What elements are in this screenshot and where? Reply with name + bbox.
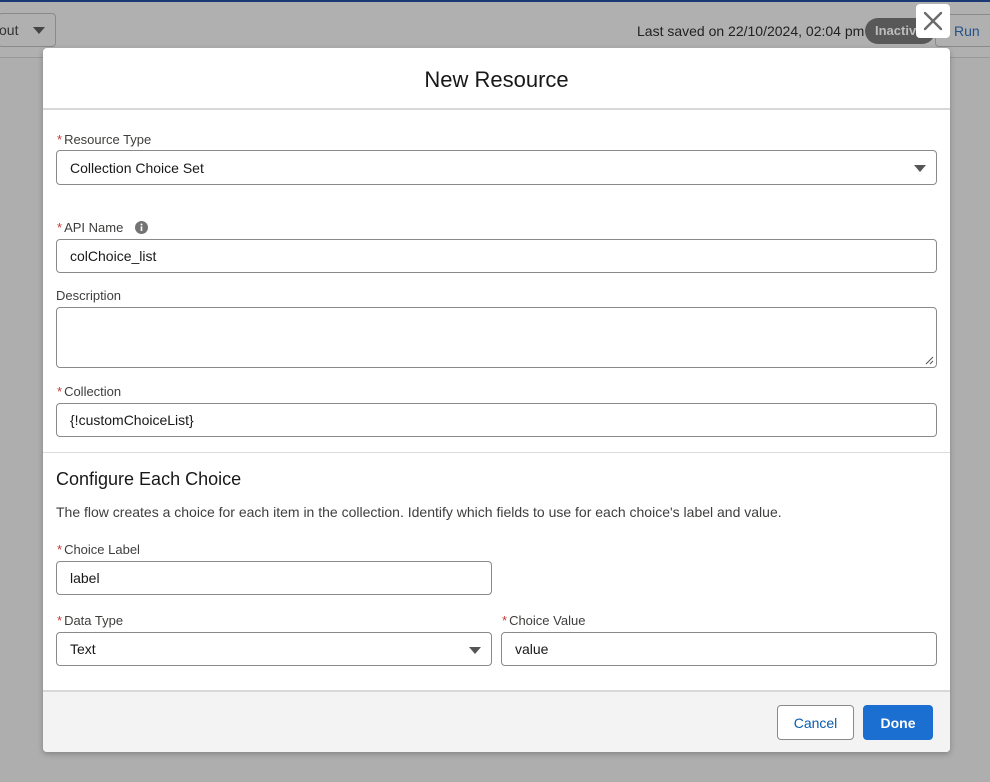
resource-type-value: Collection Choice Set bbox=[70, 159, 204, 176]
resource-type-label: * Resource Type bbox=[57, 132, 152, 147]
description-label: Description bbox=[56, 288, 122, 303]
choice-value-label: * Choice Value bbox=[502, 613, 586, 628]
choice-label-value: label bbox=[70, 570, 100, 586]
choice-label-input[interactable]: label bbox=[56, 561, 492, 595]
close-icon bbox=[923, 11, 943, 31]
required-asterisk: * bbox=[502, 613, 508, 628]
chevron-down-icon bbox=[914, 165, 926, 172]
layout-dropdown[interactable]: out bbox=[0, 13, 56, 47]
configure-section-title: Configure Each Choice bbox=[56, 469, 242, 489]
info-icon[interactable] bbox=[134, 221, 148, 234]
required-asterisk: * bbox=[57, 132, 63, 147]
done-button[interactable]: Done bbox=[863, 705, 933, 740]
close-modal-button[interactable] bbox=[916, 4, 950, 38]
chevron-down-icon bbox=[469, 647, 481, 654]
choice-value-input[interactable]: value bbox=[501, 632, 937, 666]
description-textarea[interactable] bbox=[56, 307, 937, 368]
modal-title: New Resource bbox=[43, 48, 950, 110]
chevron-down-icon bbox=[33, 27, 45, 34]
collection-label: * Collection bbox=[57, 384, 122, 399]
required-asterisk: * bbox=[57, 220, 63, 235]
last-saved-text: Last saved on 22/10/2024, 02:04 pm bbox=[637, 23, 865, 39]
modal-footer: Cancel Done bbox=[43, 690, 950, 752]
choice-label-label: * Choice Label bbox=[57, 542, 140, 557]
new-resource-modal: New Resource * Resource Type Collection C… bbox=[43, 48, 950, 752]
choice-value-value: value bbox=[515, 641, 549, 657]
api-name-input[interactable]: colChoice_list bbox=[56, 239, 937, 273]
required-asterisk: * bbox=[57, 613, 63, 628]
section-divider bbox=[43, 452, 950, 453]
collection-input[interactable]: {!customChoiceList} bbox=[56, 403, 937, 437]
cancel-button[interactable]: Cancel bbox=[777, 705, 854, 740]
required-asterisk: * bbox=[57, 542, 63, 557]
required-asterisk: * bbox=[57, 384, 63, 399]
collection-value: {!customChoiceList} bbox=[70, 412, 194, 428]
data-type-label: * Data Type bbox=[57, 613, 124, 628]
data-type-select[interactable]: Text bbox=[56, 632, 492, 666]
configure-section-description: The flow creates a choice for each item … bbox=[56, 504, 782, 520]
resource-type-select[interactable]: Collection Choice Set bbox=[56, 150, 937, 185]
api-name-value: colChoice_list bbox=[70, 248, 157, 264]
data-type-value: Text bbox=[70, 641, 96, 657]
resize-handle-icon[interactable] bbox=[925, 356, 934, 365]
layout-dropdown-label: out bbox=[0, 22, 19, 38]
api-name-label: * API Name bbox=[57, 220, 148, 235]
